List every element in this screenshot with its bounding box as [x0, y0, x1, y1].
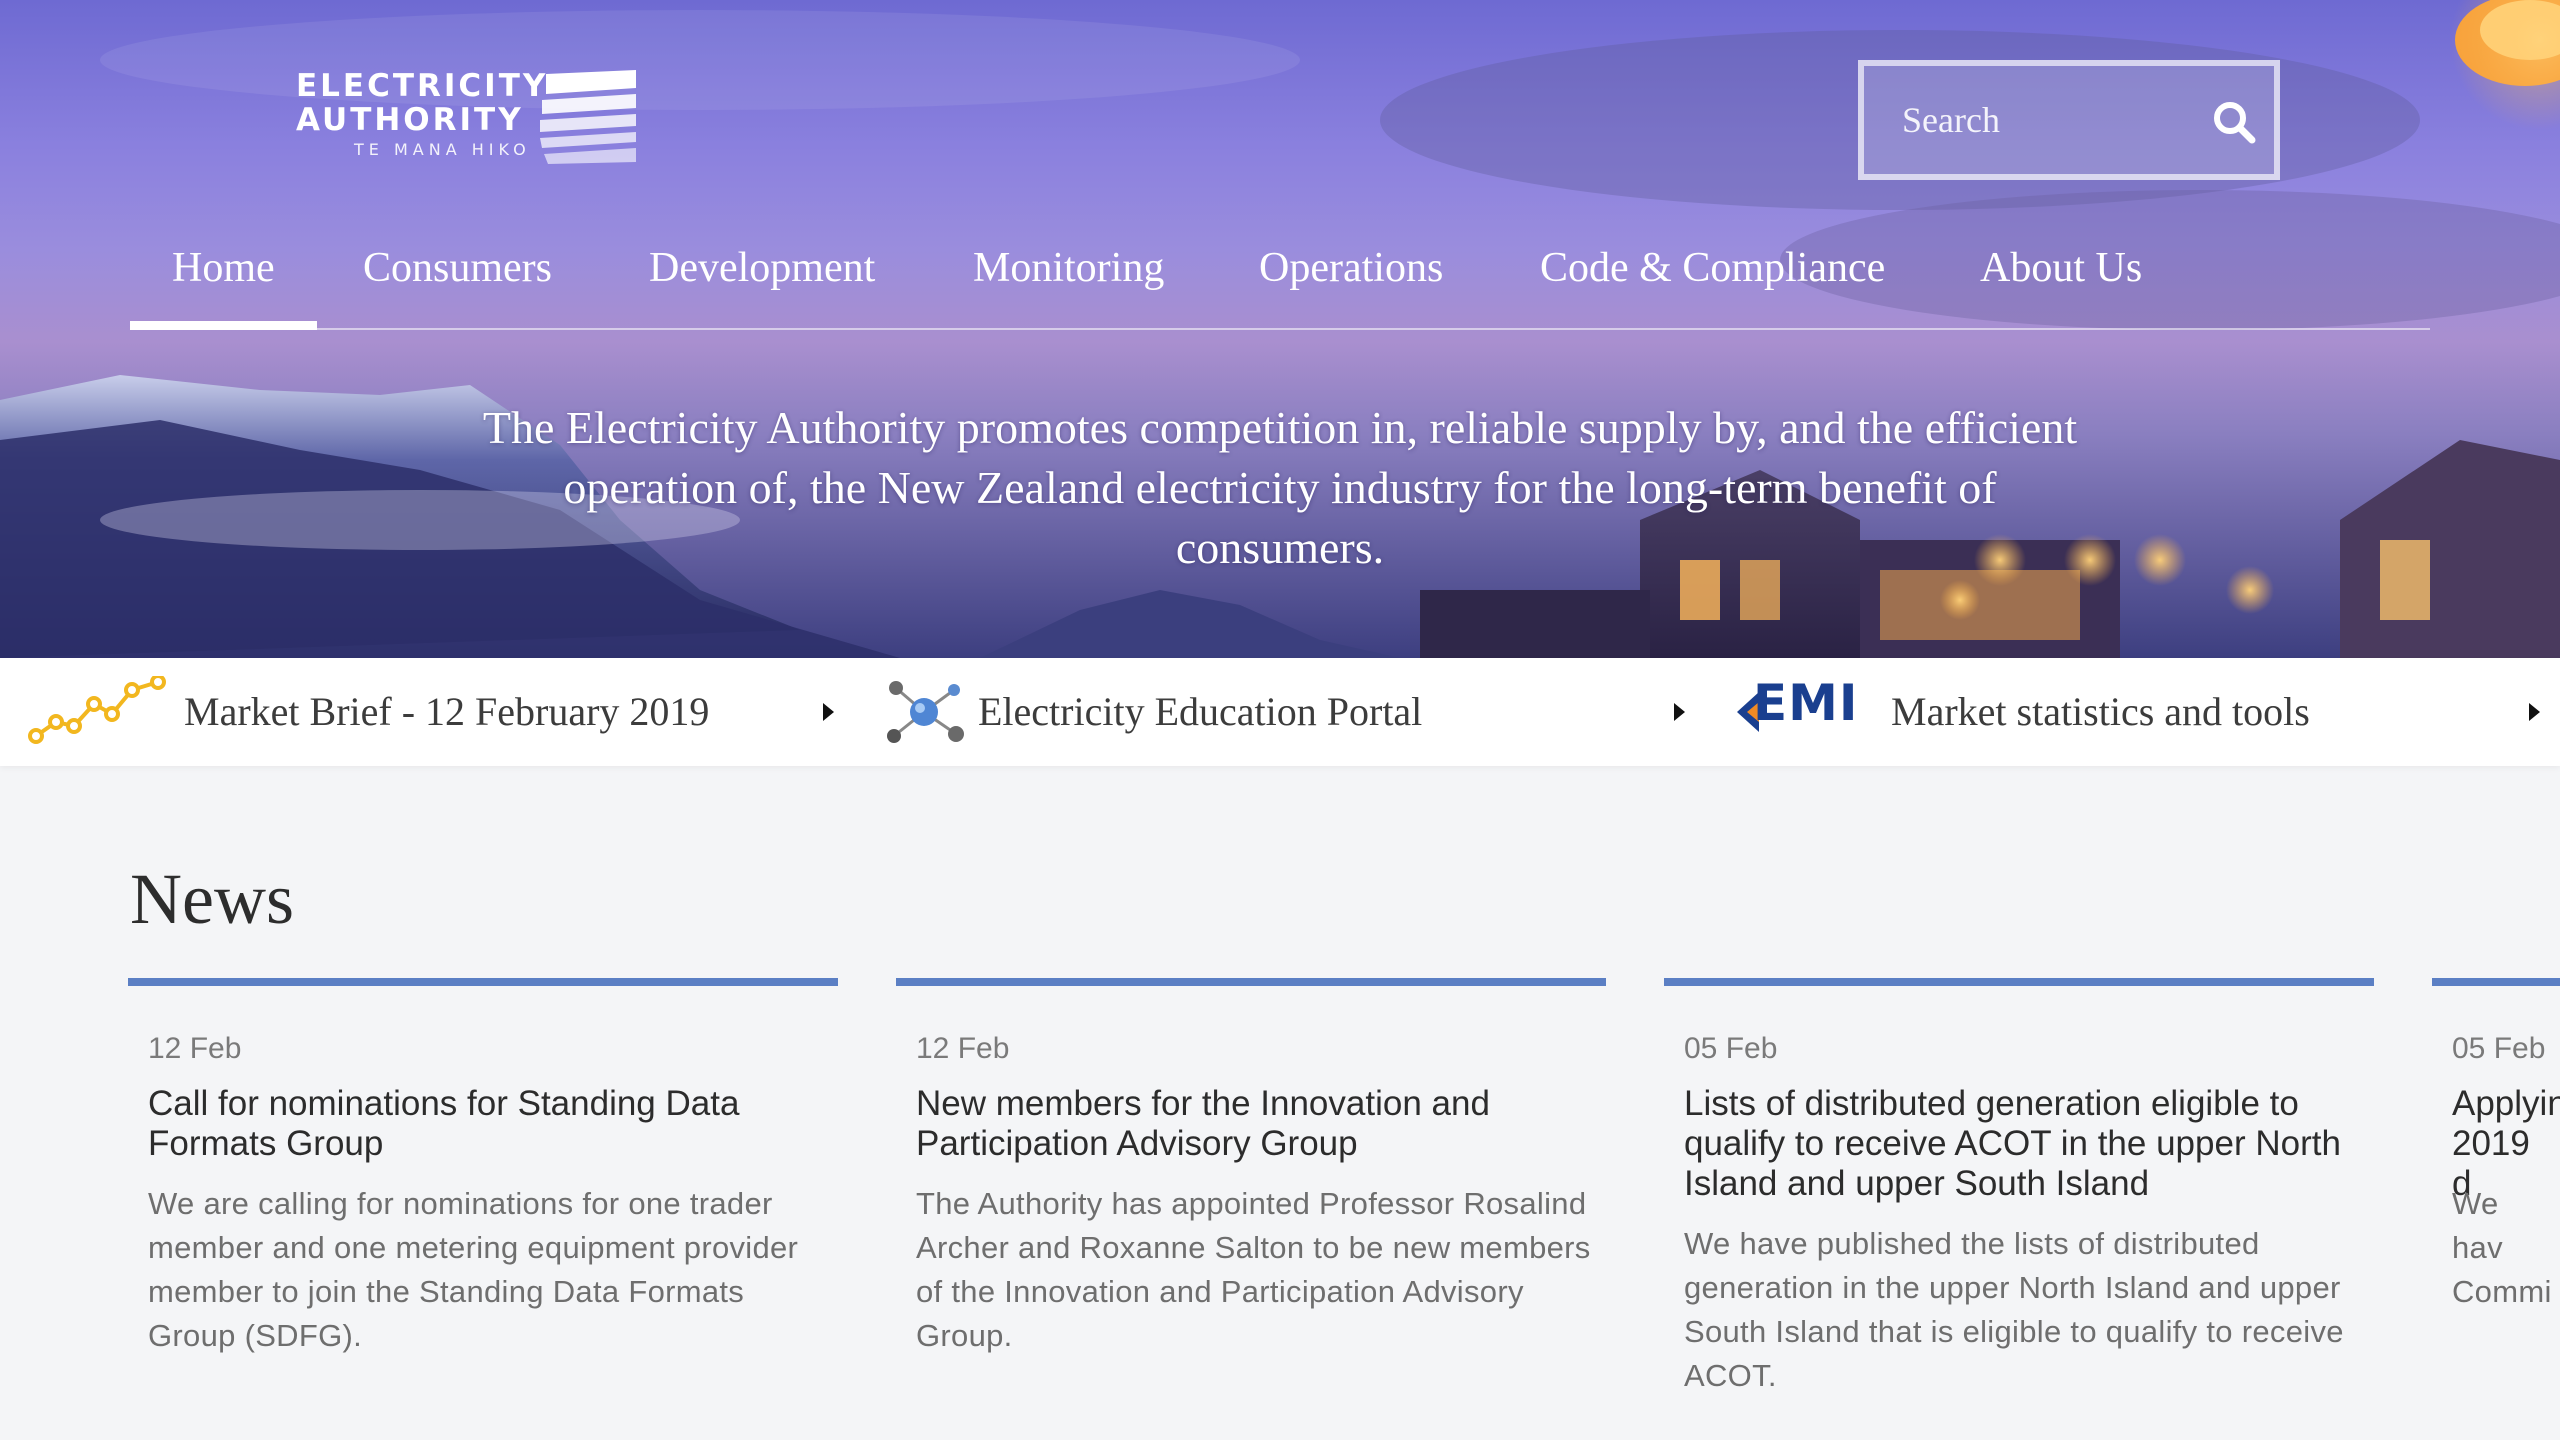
news-summary: We hav Commi: [2452, 1186, 2552, 1309]
news-card[interactable]: 12 Feb Call for nominations for Standing…: [128, 978, 838, 1440]
electricity-authority-logo[interactable]: ELECTRICITY AUTHORITY TE MANA HIKO: [296, 68, 641, 168]
news-title[interactable]: New members for the Innovation and Parti…: [916, 1084, 1596, 1164]
nav-consumers[interactable]: Consumers: [363, 230, 552, 330]
quicklink-label: Electricity Education Portal: [978, 689, 1423, 734]
quicklink-market-brief[interactable]: Market Brief - 12 February 2019: [0, 658, 850, 766]
nav-about-us[interactable]: About Us: [1980, 230, 2142, 330]
chevron-right-icon: [2529, 703, 2540, 721]
hero-tagline: The Electricity Authority promotes compe…: [482, 402, 2078, 573]
logo-line-2: AUTHORITY: [296, 102, 524, 138]
news-title[interactable]: Call for nominations for Standing Data F…: [148, 1084, 828, 1164]
news-card[interactable]: 05 Feb Applyin 2019 d We hav Commi: [2432, 978, 2560, 1440]
news-card[interactable]: 12 Feb New members for the Innovation an…: [896, 978, 1606, 1440]
news-heading: News: [130, 859, 294, 939]
quicklink-label: Market statistics and tools: [1891, 689, 2310, 734]
search-input[interactable]: [1900, 92, 2200, 148]
news-title[interactable]: Lists of distributed generation eligible…: [1684, 1084, 2364, 1204]
quicklink-label: Market Brief - 12 February 2019: [184, 689, 710, 734]
logo-line-1: ELECTRICITY: [296, 68, 549, 104]
nav-home[interactable]: Home: [130, 230, 317, 330]
news-summary: We are calling for nominations for one t…: [148, 1186, 799, 1353]
molecule-icon: [887, 681, 964, 743]
news-date: 05 Feb: [1684, 1032, 1778, 1065]
quick-links-bar: Market Brief - 12 February 2019 Electric…: [0, 658, 2560, 766]
news-card[interactable]: 05 Feb Lists of distributed generation e…: [1664, 978, 2374, 1440]
nav-monitoring[interactable]: Monitoring: [973, 230, 1164, 330]
line-graph-icon: [28, 676, 166, 744]
chevron-right-icon: [1674, 703, 1685, 721]
quicklink-market-statistics[interactable]: EMI Market statistics and tools: [1725, 658, 2545, 766]
news-date: 05 Feb: [2452, 1032, 2546, 1065]
news-date: 12 Feb: [148, 1032, 242, 1065]
chevron-right-icon: [823, 703, 834, 721]
news-summary: We have published the lists of distribut…: [1684, 1226, 2344, 1393]
search-box[interactable]: [1858, 60, 2280, 180]
hero-banner: ELECTRICITY AUTHORITY TE MANA HIKO Home …: [0, 0, 2560, 658]
logo-line-3: TE MANA HIKO: [354, 140, 531, 159]
news-date: 12 Feb: [916, 1032, 1010, 1065]
logo-stripes-icon: [540, 70, 636, 164]
nav-operations[interactable]: Operations: [1259, 230, 1443, 330]
quicklink-education-portal[interactable]: Electricity Education Portal: [870, 658, 1690, 766]
news-summary: The Authority has appointed Professor Ro…: [916, 1186, 1591, 1353]
emi-logo-text: EMI: [1753, 674, 1859, 732]
nav-code-compliance[interactable]: Code & Compliance: [1540, 230, 1885, 330]
search-icon[interactable]: [2212, 100, 2256, 144]
nav-development[interactable]: Development: [649, 230, 875, 330]
main-navigation: Home Consumers Development Monitoring Op…: [130, 230, 2430, 330]
